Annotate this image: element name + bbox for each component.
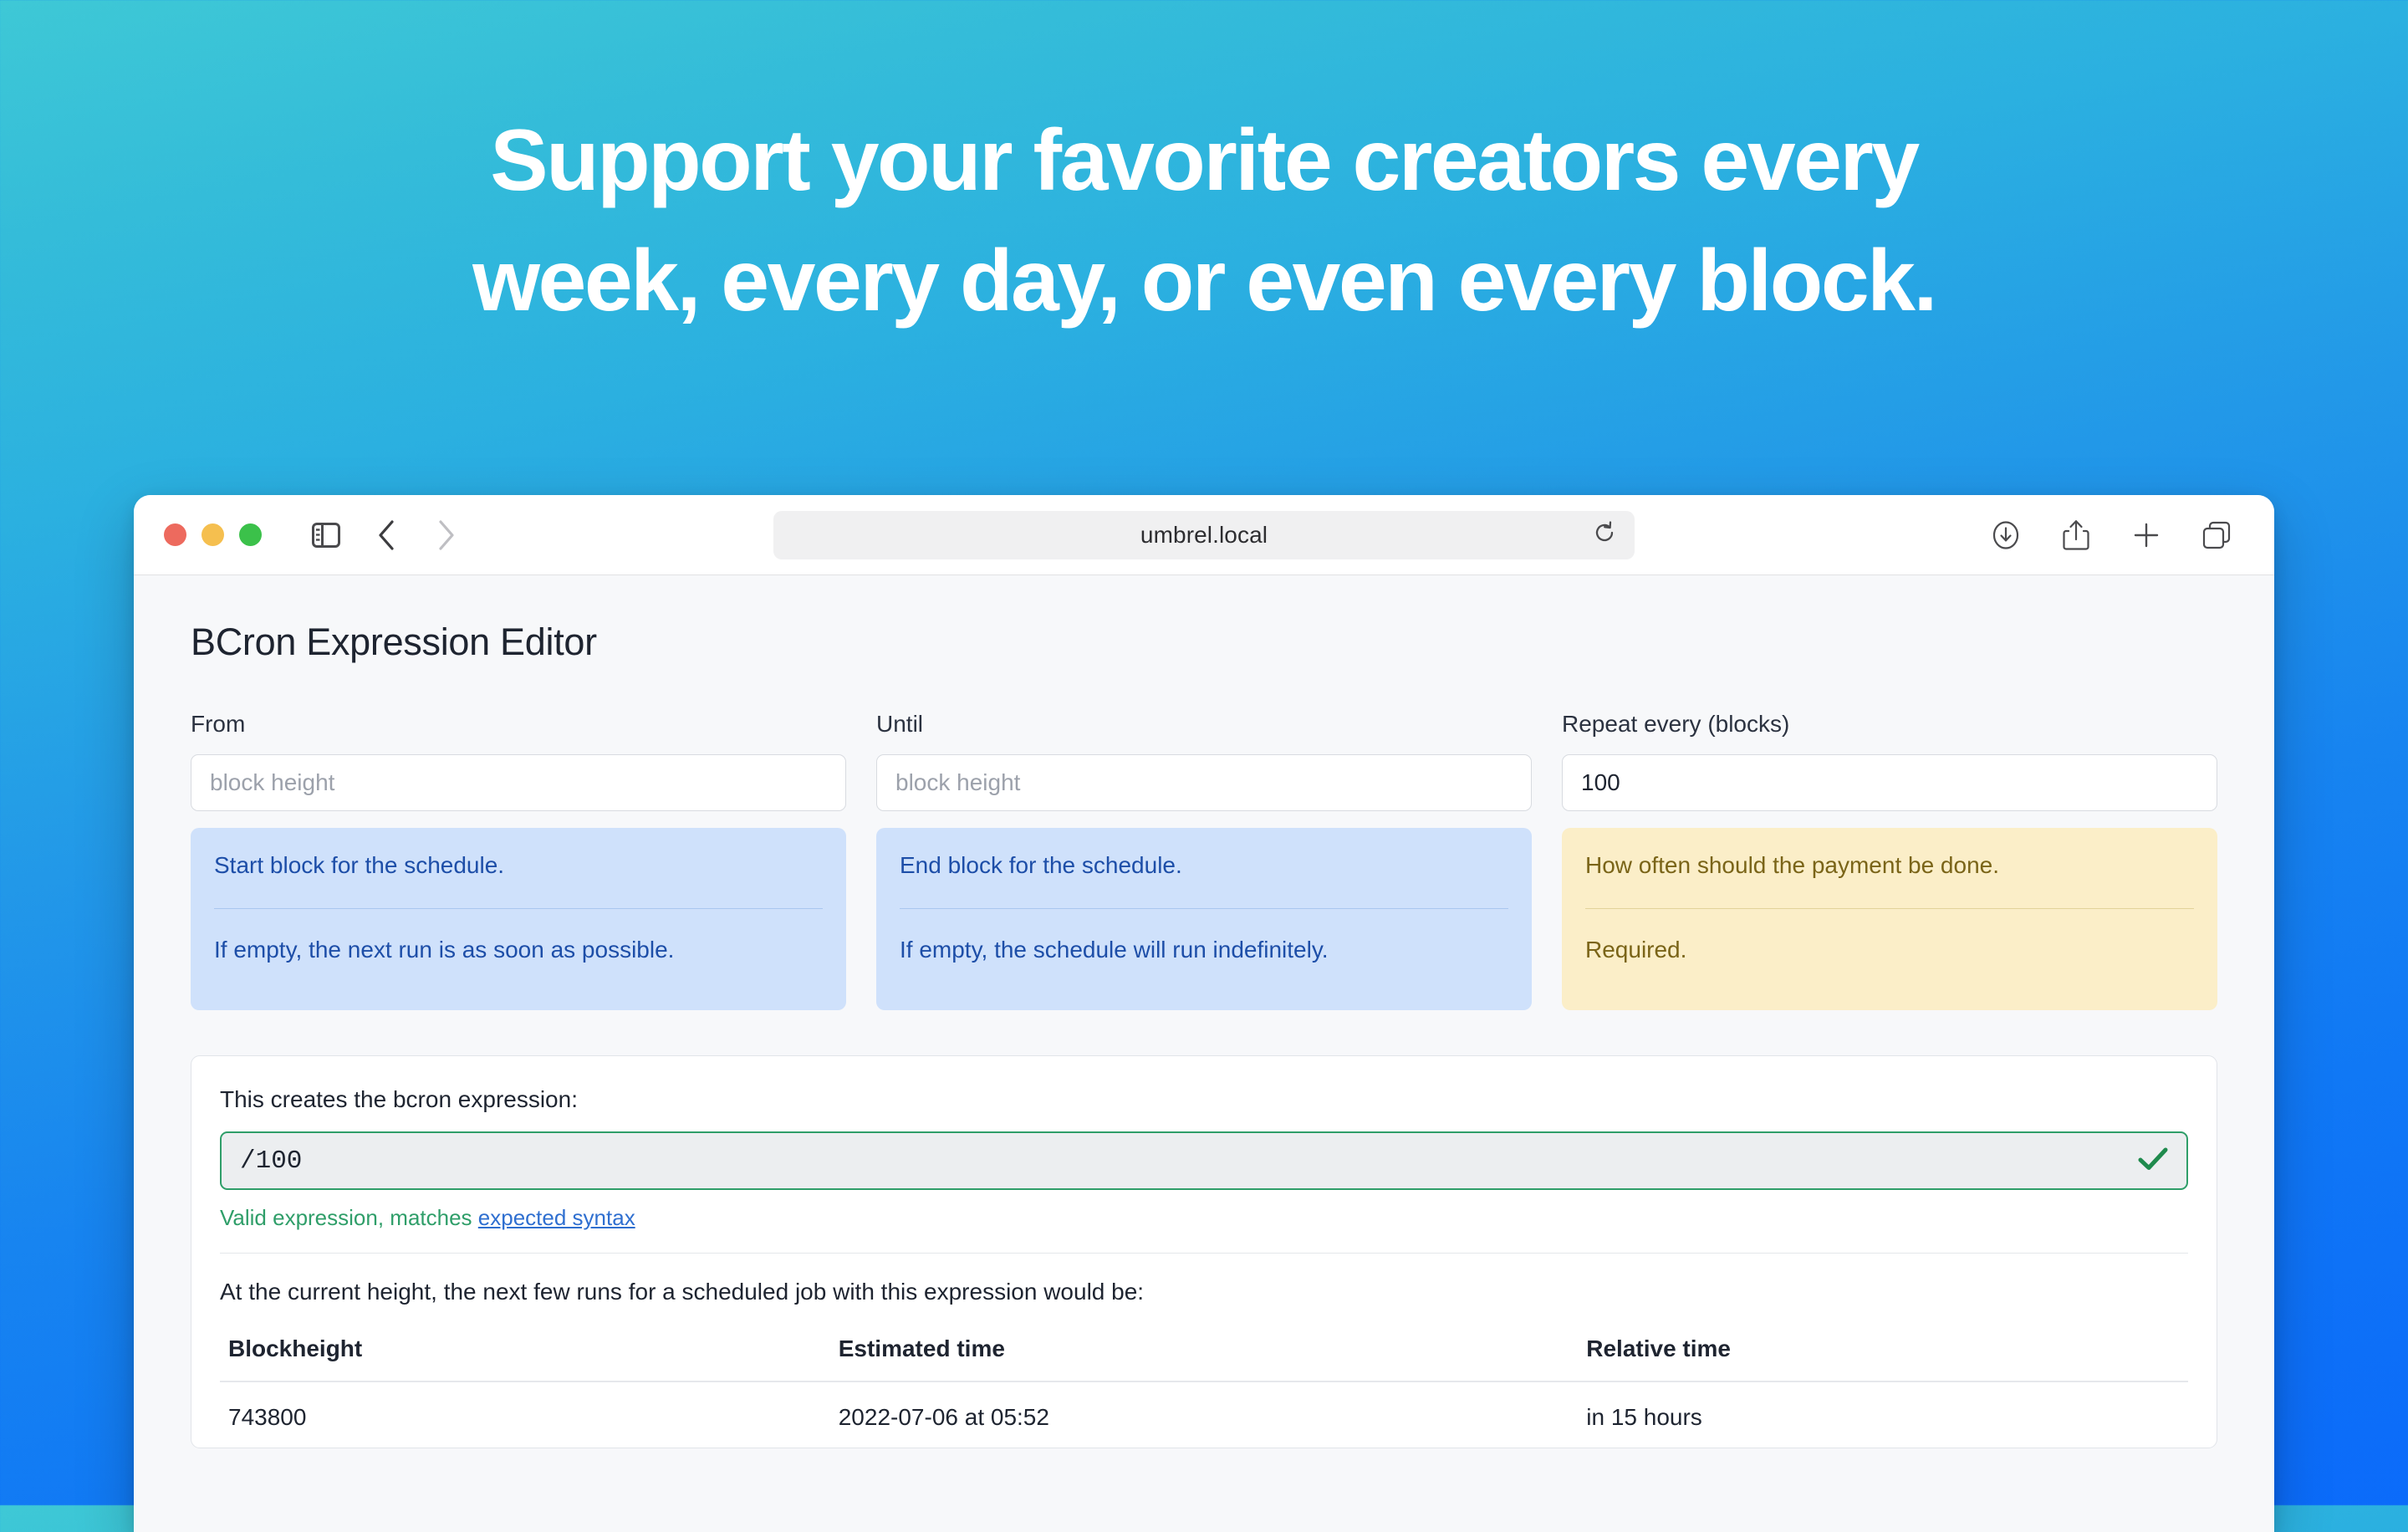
address-bar[interactable]: umbrel.local [773,511,1635,559]
until-hint-primary: End block for the schedule. [900,850,1508,881]
maximize-window-button[interactable] [239,523,262,546]
tab-overview-icon [2201,519,2232,551]
column-header-relative-time: Relative time [1578,1335,2188,1381]
until-input[interactable] [876,754,1532,811]
cell-relative-time: in 15 hours [1578,1381,2188,1431]
column-header-estimated-time: Estimated time [830,1335,1579,1381]
from-label: From [191,711,846,738]
reload-icon [1592,520,1617,549]
table-row: 743800 2022-07-06 at 05:52 in 15 hours [220,1381,2188,1431]
table-header-row: Blockheight Estimated time Relative time [220,1335,2188,1381]
cell-estimated-time: 2022-07-06 at 05:52 [830,1381,1579,1431]
until-hint-secondary: If empty, the schedule will run indefini… [900,934,1508,966]
expression-validity-message: Valid expression, matches expected synta… [220,1205,2188,1231]
from-hint-primary: Start block for the schedule. [214,850,823,881]
downloads-button[interactable] [1980,509,2032,561]
expression-card: This creates the bcron expression: Valid… [191,1055,2217,1448]
hero-headline-line-1: Support your favorite creators every [0,117,2408,204]
back-chevron-icon [376,519,396,551]
toolbar-actions [1980,509,2242,561]
reload-button[interactable] [1588,518,1621,552]
share-icon [2062,518,2090,552]
card-divider [220,1253,2188,1254]
address-bar-text: umbrel.local [1140,522,1268,549]
from-hint-box: Start block for the schedule. If empty, … [191,828,846,1010]
next-runs-caption: At the current height, the next few runs… [220,1279,2188,1305]
tab-overview-button[interactable] [2191,509,2242,561]
close-window-button[interactable] [164,523,186,546]
field-group-until: Until End block for the schedule. If emp… [876,711,1532,1010]
sidebar-toggle-button[interactable] [300,509,352,561]
browser-window: umbrel.local [134,495,2274,1532]
browser-toolbar: umbrel.local [134,495,2274,575]
hero-headline-line-2: week, every day, or even every block. [0,237,2408,324]
from-hint-secondary: If empty, the next run is as soon as pos… [214,934,823,966]
window-controls [164,523,262,546]
expression-input-wrapper [220,1131,2188,1190]
hint-divider [900,908,1508,909]
cell-blockheight: 743800 [220,1381,830,1431]
expression-input[interactable] [220,1131,2188,1190]
validity-indicator [2138,1146,2168,1176]
forward-chevron-icon [436,519,457,551]
until-label: Until [876,711,1532,738]
minimize-window-button[interactable] [202,523,224,546]
hint-divider [1585,908,2194,909]
share-button[interactable] [2050,509,2102,561]
hint-divider [214,908,823,909]
repeat-every-hint-secondary: Required. [1585,934,2194,966]
until-hint-box: End block for the schedule. If empty, th… [876,828,1532,1010]
expected-syntax-link[interactable]: expected syntax [478,1205,635,1230]
sidebar-icon [312,523,340,548]
repeat-every-hint-primary: How often should the payment be done. [1585,850,2194,881]
schedule-form: From Start block for the schedule. If em… [191,711,2217,1010]
navigation-controls [300,509,472,561]
hero-section: Support your favorite creators every wee… [0,0,2408,324]
from-input[interactable] [191,754,846,811]
check-icon [2138,1146,2168,1176]
address-bar-container: umbrel.local [773,511,1635,559]
field-group-from: From Start block for the schedule. If em… [191,711,846,1010]
page-content: BCron Expression Editor From Start block… [134,575,2274,1532]
back-button[interactable] [360,509,412,561]
forward-button[interactable] [421,509,472,561]
new-tab-button[interactable] [2120,509,2172,561]
downloads-icon [1990,519,2022,551]
repeat-every-label: Repeat every (blocks) [1562,711,2217,738]
next-runs-table: Blockheight Estimated time Relative time… [220,1335,2188,1431]
page-title: BCron Expression Editor [191,620,2217,664]
column-header-blockheight: Blockheight [220,1335,830,1381]
field-group-repeat-every: Repeat every (blocks) How often should t… [1562,711,2217,1010]
validity-text: Valid expression, matches [220,1205,472,1230]
repeat-every-input[interactable] [1562,754,2217,811]
repeat-every-hint-box: How often should the payment be done. Re… [1562,828,2217,1010]
plus-icon [2131,520,2161,550]
expression-caption: This creates the bcron expression: [220,1086,2188,1113]
